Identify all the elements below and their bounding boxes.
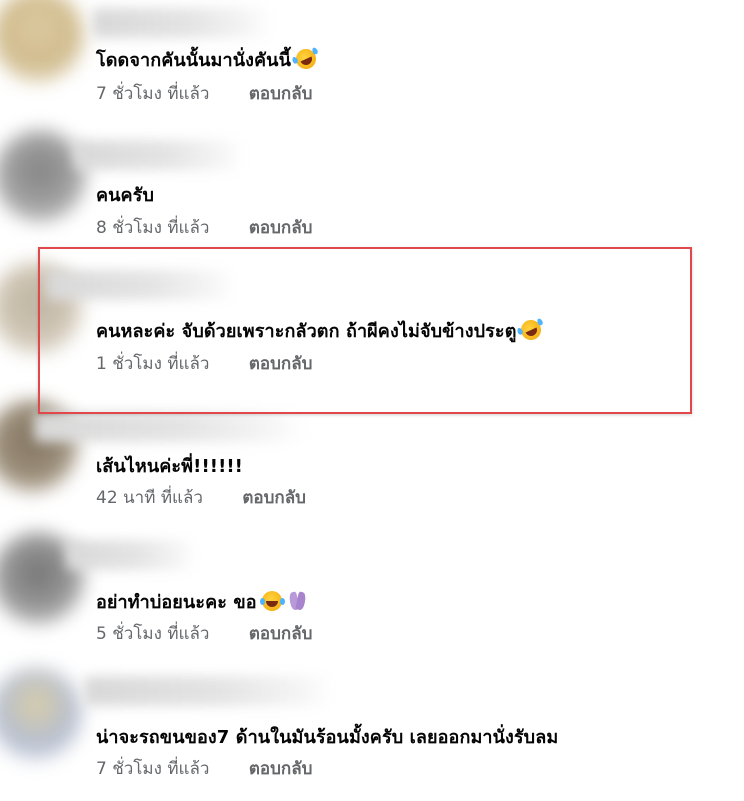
avatar[interactable] [0,668,82,760]
rofl-emoji [292,45,320,73]
comment-text-content: เส้นไหนค่ะพี่!!!!!! [96,456,243,477]
comment-timestamp[interactable]: 7 ชั่วโมง ที่แล้ว [96,755,209,782]
comment-timestamp[interactable]: 8 ชั่วโมง ที่แล้ว [96,214,209,241]
comment-timestamp[interactable]: 5 ชั่วโมง ที่แล้ว [96,620,209,647]
avatar[interactable] [0,130,86,222]
reply-button[interactable]: ตอบกลับ [249,214,313,241]
comment-text: อย่าทำบ่อยนะคะ ขอ [96,587,309,616]
comment-timestamp[interactable]: 42 นาที ที่แล้ว [96,484,203,511]
comment-text: น่าจะรถขนของ7 ด้านในมันร้อนมั้งครับ เลยอ… [96,722,558,751]
highlight-box [38,247,692,414]
comment-text-content: อย่าทำบ่อยนะคะ ขอ [96,592,257,613]
comment-meta: 7 ชั่วโมง ที่แล้ว ตอบกลับ [96,755,312,782]
commenter-name-redacted[interactable] [74,140,244,170]
commenter-name-redacted[interactable] [34,412,304,442]
reply-button[interactable]: ตอบกลับ [249,755,313,782]
comment-text-content: คนครับ [96,185,154,206]
comment-meta: 7 ชั่วโมง ที่แล้ว ตอบกลับ [96,80,312,107]
commenter-name-redacted[interactable] [92,8,272,38]
reply-button[interactable]: ตอบกลับ [249,620,313,647]
comment-text: คนครับ [96,180,154,209]
commenter-name-redacted[interactable] [84,676,334,706]
comment-text: โดดจากคันนั้นมานั่งคันนี้ [96,45,320,74]
comment-meta: 5 ชั่วโมง ที่แล้ว ตอบกลับ [96,620,312,647]
comment-meta: 42 นาที ที่แล้ว ตอบกลับ [96,484,306,511]
reply-button[interactable]: ตอบกลับ [249,80,313,107]
comment-text-content: โดดจากคันนั้นมานั่งคันนี้ [96,50,291,71]
comment-text: เส้นไหนค่ะพี่!!!!!! [96,451,243,480]
comment-timestamp[interactable]: 7 ชั่วโมง ที่แล้ว [96,80,209,107]
avatar[interactable] [0,0,84,82]
reply-button[interactable]: ตอบกลับ [242,484,306,511]
comment-text-content: น่าจะรถขนของ7 ด้านในมันร้อนมั้งครับ เลยอ… [96,727,559,748]
comment-meta: 8 ชั่วโมง ที่แล้ว ตอบกลับ [96,214,312,241]
tears-of-joy-emoji [259,591,282,611]
comment-feed: โดดจากคันนั้นมานั่งคันนี้ 7 ชั่วโมง ที่แ… [0,0,744,801]
praying-hands-emoji [287,591,309,611]
commenter-name-redacted[interactable] [66,540,196,570]
